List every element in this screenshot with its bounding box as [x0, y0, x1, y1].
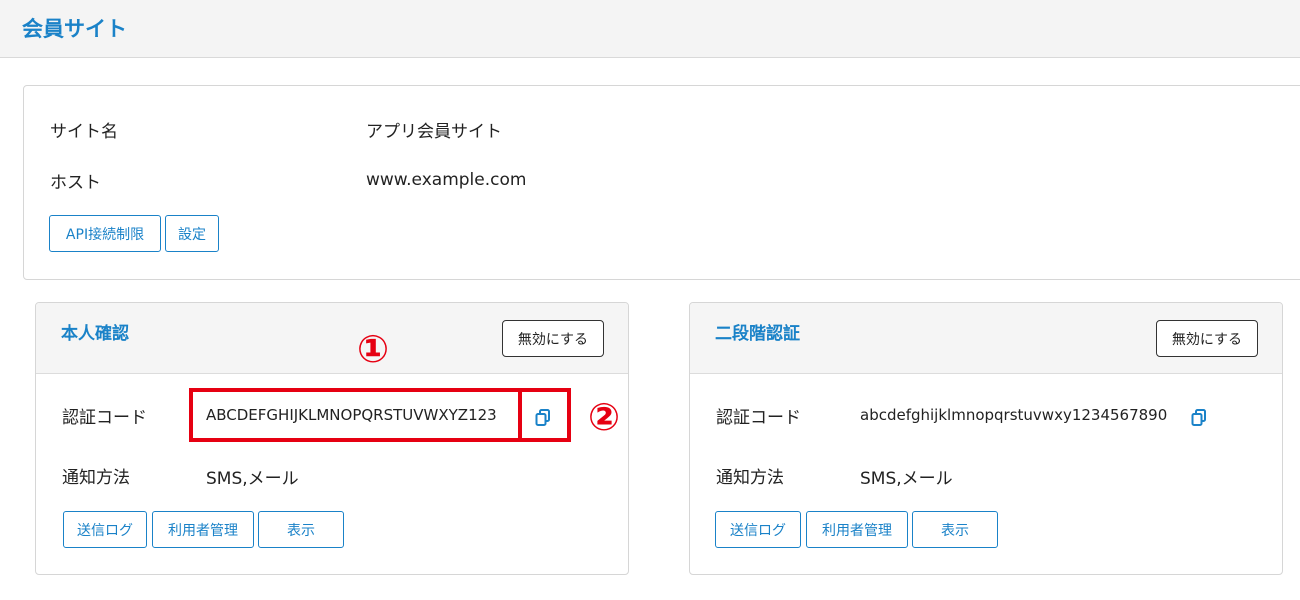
twofactor-code-label: 認証コード: [716, 408, 801, 428]
annotation-marker-2: ②: [588, 395, 621, 439]
identity-show-button[interactable]: 表示: [258, 511, 344, 548]
identity-code-label: 認証コード: [62, 408, 147, 428]
api-limit-button[interactable]: API接続制限: [49, 215, 161, 252]
identity-notify-label: 通知方法: [62, 468, 130, 488]
twofactor-panel-title: 二段階認証: [715, 324, 800, 344]
twofactor-copy-icon[interactable]: [1191, 409, 1207, 427]
site-name-value: アプリ会員サイト: [366, 122, 502, 142]
host-value: www.example.com: [366, 170, 527, 190]
host-label: ホスト: [50, 173, 101, 193]
identity-disable-button[interactable]: 無効にする: [502, 320, 604, 357]
settings-button[interactable]: 設定: [165, 215, 219, 252]
identity-panel-title: 本人確認: [61, 324, 129, 344]
site-info-card: サイト名 アプリ会員サイト ホスト www.example.com API接続制…: [23, 85, 1300, 280]
twofactor-notify-value: SMS,メール: [860, 469, 953, 489]
twofactor-send-log-button[interactable]: 送信ログ: [715, 511, 801, 548]
annotation-box-copy: [518, 388, 571, 442]
twofactor-user-manage-button[interactable]: 利用者管理: [806, 511, 908, 548]
twofactor-disable-button[interactable]: 無効にする: [1156, 320, 1258, 357]
twofactor-code-value: abcdefghijklmnopqrstuvwxy1234567890: [860, 406, 1168, 424]
twofactor-notify-label: 通知方法: [716, 468, 784, 488]
twofactor-panel-header: 二段階認証 無効にする: [690, 303, 1282, 374]
annotation-box-code: [189, 388, 522, 442]
twofactor-panel: 二段階認証 無効にする 認証コード abcdefghijklmnopqrstuv…: [689, 302, 1283, 575]
annotation-marker-1: ①: [357, 327, 390, 371]
identity-notify-value: SMS,メール: [206, 469, 299, 489]
page-header: 会員サイト: [0, 0, 1300, 58]
identity-send-log-button[interactable]: 送信ログ: [63, 511, 147, 548]
page-title: 会員サイト: [22, 17, 127, 41]
identity-user-manage-button[interactable]: 利用者管理: [152, 511, 254, 548]
twofactor-show-button[interactable]: 表示: [912, 511, 998, 548]
site-name-label: サイト名: [50, 122, 118, 142]
identity-panel-header: 本人確認 無効にする: [36, 303, 628, 374]
